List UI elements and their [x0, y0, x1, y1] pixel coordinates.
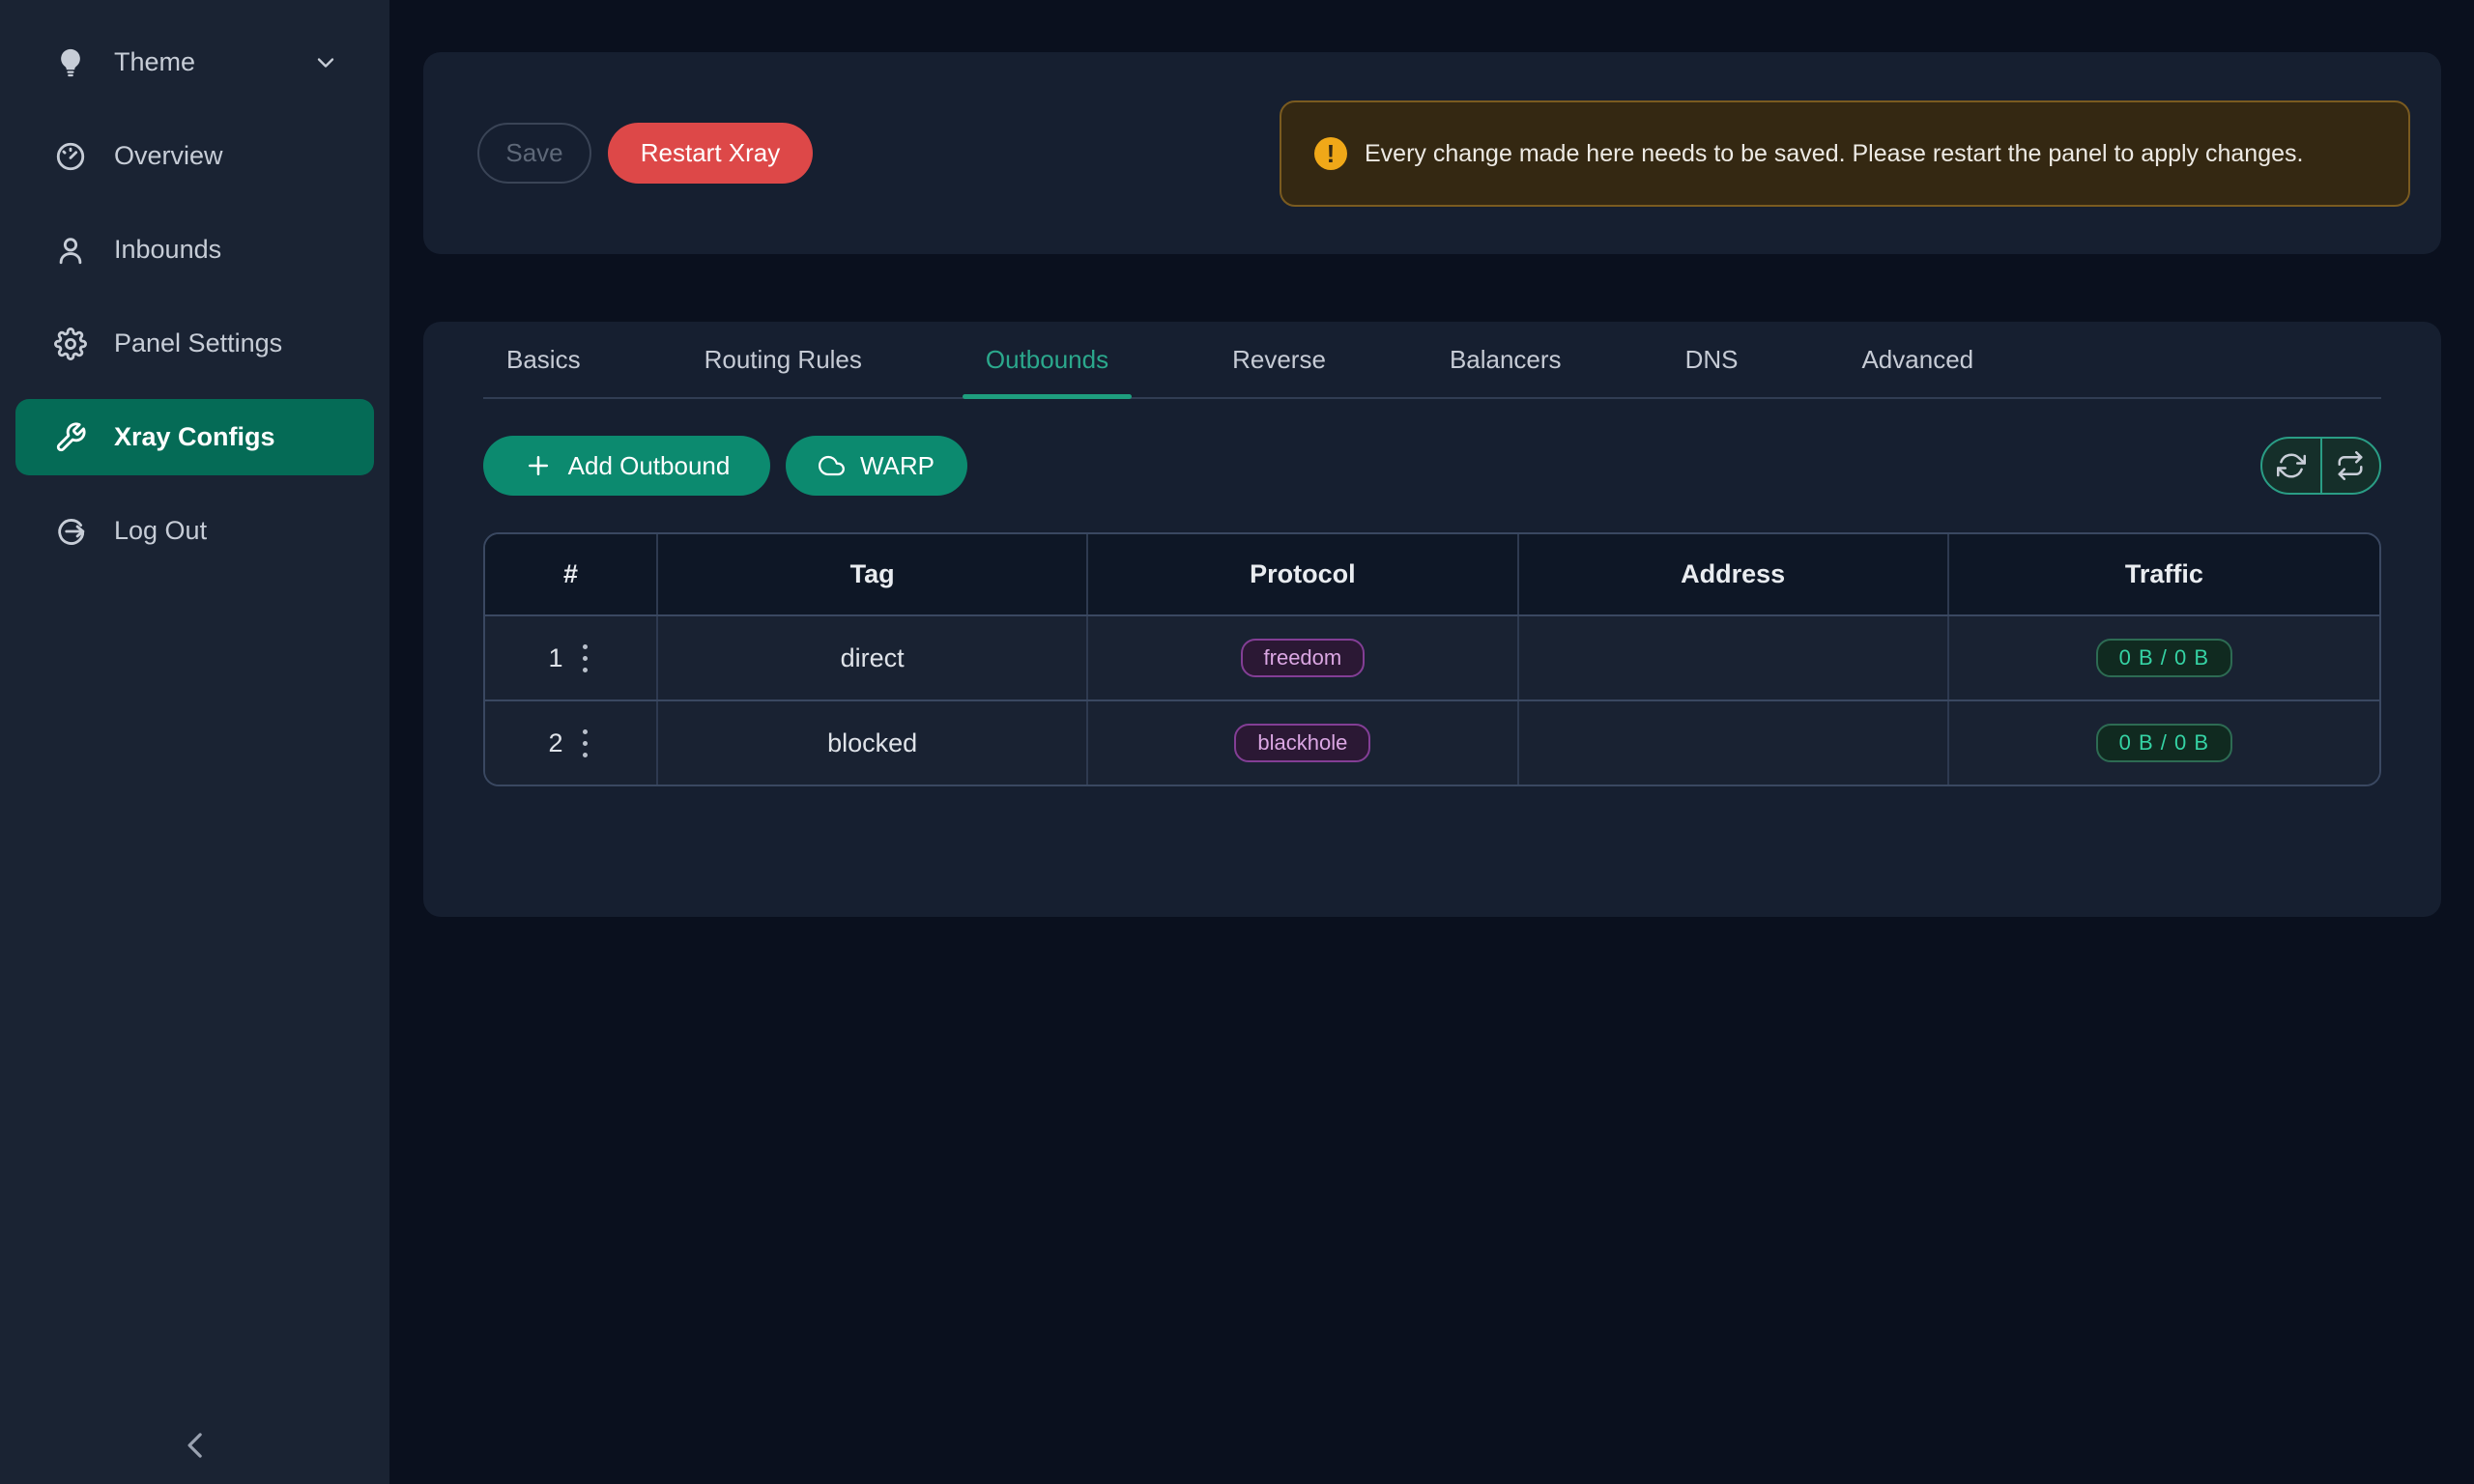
column-header-address: Address: [1519, 534, 1949, 614]
chevron-down-icon: [312, 49, 339, 76]
refresh-button[interactable]: [2262, 439, 2320, 493]
lightbulb-icon: [54, 46, 87, 79]
plus-icon: [524, 451, 553, 480]
protocol-badge: freedom: [1241, 639, 1366, 677]
warp-label: WARP: [860, 451, 935, 481]
table-actions-group: [2260, 437, 2381, 495]
tag-cell: direct: [658, 616, 1088, 699]
sidebar-item-label: Xray Configs: [114, 422, 275, 452]
column-header-protocol: Protocol: [1088, 534, 1518, 614]
restart-xray-button[interactable]: Restart Xray: [608, 123, 813, 184]
sidebar-item-panel-settings[interactable]: Panel Settings: [15, 305, 374, 382]
table-row: 1 direct freedom 0 B / 0 B: [485, 614, 2379, 699]
user-icon: [54, 234, 87, 267]
tag-cell: blocked: [658, 701, 1088, 785]
sidebar-item-xray-configs[interactable]: Xray Configs: [15, 399, 374, 475]
actions-card: Save Restart Xray ! Every change made he…: [423, 52, 2441, 254]
column-header-index: #: [485, 534, 658, 614]
add-outbound-button[interactable]: Add Outbound: [483, 436, 770, 496]
repeat-icon: [2336, 451, 2365, 480]
sidebar-item-label: Log Out: [114, 516, 207, 546]
traffic-badge: 0 B / 0 B: [2096, 639, 2232, 677]
alert-message: Every change made here needs to be saved…: [1365, 132, 2303, 175]
sidebar-item-inbounds[interactable]: Inbounds: [15, 212, 374, 288]
row-menu-button[interactable]: [577, 639, 593, 678]
outbounds-toolbar: Add Outbound WARP: [483, 436, 2381, 496]
sidebar-item-label: Panel Settings: [114, 328, 282, 358]
table-row: 2 blocked blackhole 0 B / 0 B: [485, 699, 2379, 785]
tab-basics[interactable]: Basics: [483, 322, 604, 397]
logout-icon: [54, 515, 87, 548]
traffic-badge: 0 B / 0 B: [2096, 724, 2232, 762]
warning-icon: !: [1314, 137, 1347, 170]
column-header-tag: Tag: [658, 534, 1088, 614]
config-tabs: Basics Routing Rules Outbounds Reverse B…: [483, 322, 2381, 399]
tab-dns[interactable]: DNS: [1662, 322, 1762, 397]
dashboard-gauge-icon: [54, 140, 87, 173]
restart-warning-alert: ! Every change made here needs to be sav…: [1280, 100, 2410, 207]
table-header-row: # Tag Protocol Address Traffic: [485, 534, 2379, 614]
refresh-icon: [2277, 451, 2306, 480]
tab-outbounds[interactable]: Outbounds: [963, 322, 1132, 397]
sidebar-item-overview[interactable]: Overview: [15, 118, 374, 194]
theme-selector[interactable]: Theme: [15, 24, 374, 100]
warp-button[interactable]: WARP: [786, 436, 967, 496]
xray-config-card: Basics Routing Rules Outbounds Reverse B…: [423, 322, 2441, 917]
row-index: 2: [548, 728, 562, 758]
tab-routing-rules[interactable]: Routing Rules: [681, 322, 885, 397]
theme-label: Theme: [114, 47, 195, 77]
sidebar-item-logout[interactable]: Log Out: [15, 493, 374, 569]
save-button[interactable]: Save: [477, 123, 591, 184]
add-outbound-label: Add Outbound: [568, 451, 731, 481]
sidebar: Theme Overview Inbounds Panel Settings: [0, 0, 389, 1484]
repeat-button[interactable]: [2320, 439, 2380, 493]
row-menu-button[interactable]: [577, 724, 593, 763]
outbounds-table: # Tag Protocol Address Traffic 1 direct …: [483, 532, 2381, 786]
chevron-left-icon: [179, 1427, 216, 1464]
tab-reverse[interactable]: Reverse: [1209, 322, 1349, 397]
address-cell: [1519, 616, 1949, 699]
sidebar-item-label: Inbounds: [114, 235, 221, 265]
wrench-icon: [54, 421, 87, 454]
address-cell: [1519, 701, 1949, 785]
sidebar-item-label: Overview: [114, 141, 223, 171]
row-index: 1: [548, 643, 562, 673]
tab-advanced[interactable]: Advanced: [1838, 322, 1997, 397]
tab-balancers[interactable]: Balancers: [1426, 322, 1585, 397]
sidebar-collapse-button[interactable]: [176, 1424, 218, 1467]
main-content: Save Restart Xray ! Every change made he…: [389, 0, 2474, 1484]
cloud-icon: [819, 450, 845, 481]
column-header-traffic: Traffic: [1949, 534, 2379, 614]
protocol-badge: blackhole: [1234, 724, 1370, 762]
gear-icon: [54, 328, 87, 360]
